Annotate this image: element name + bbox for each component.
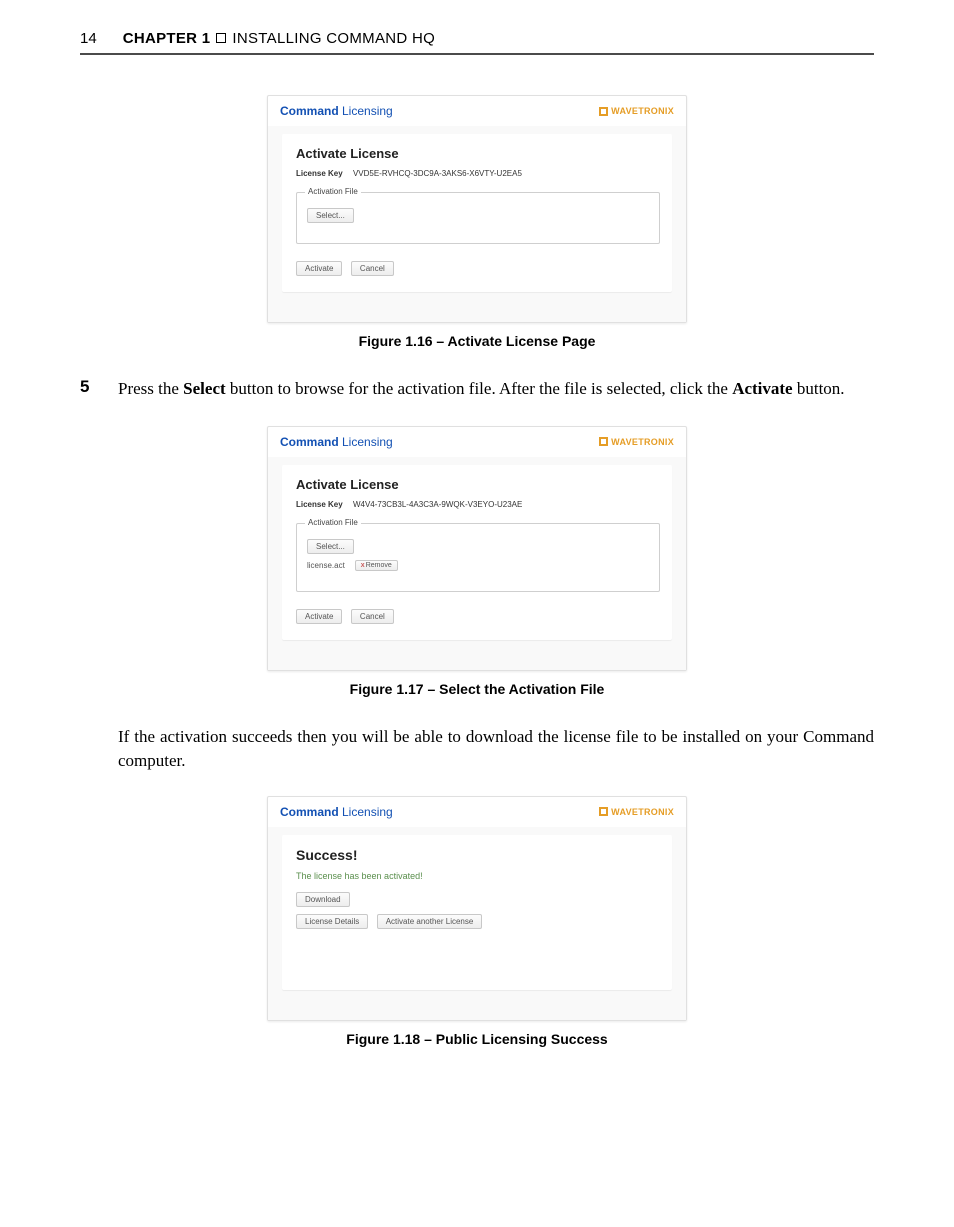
activate-another-button[interactable]: Activate another License bbox=[377, 914, 483, 929]
chapter-label: CHAPTER 1 bbox=[123, 30, 211, 47]
remove-label: Remove bbox=[366, 562, 392, 569]
activate-button-2[interactable]: Activate bbox=[296, 609, 342, 624]
wavetronix-icon bbox=[599, 107, 608, 116]
action-row-2: Activate Cancel bbox=[296, 606, 660, 624]
figure-1-18: Command Licensing WAVETRONIX Success! Th… bbox=[267, 796, 687, 1021]
panel-heading: Activate License bbox=[296, 146, 660, 161]
step-bold-activate: Activate bbox=[732, 379, 792, 398]
success-message: The license has been activated! bbox=[296, 871, 660, 881]
brand-logo-right-3: WAVETRONIX bbox=[599, 807, 674, 817]
page-header: 14 CHAPTER 1 INSTALLING COMMAND HQ bbox=[80, 30, 874, 47]
brand-bold-2: Command bbox=[280, 435, 339, 449]
window-titlebar-2: Command Licensing WAVETRONIX bbox=[268, 427, 686, 457]
app-title: Command Licensing bbox=[280, 104, 393, 118]
license-key-label-2: License Key bbox=[296, 500, 343, 509]
window-body-3: Success! The license has been activated!… bbox=[268, 827, 686, 1020]
chapter-title: INSTALLING COMMAND HQ bbox=[232, 30, 435, 47]
brand-right-text-2: WAVETRONIX bbox=[611, 437, 674, 447]
license-key-row: License Key VVD5E-RVHCQ-3DC9A-3AKS6-X6VT… bbox=[296, 169, 660, 178]
download-button[interactable]: Download bbox=[296, 892, 350, 907]
secondary-row: License Details Activate another License bbox=[296, 911, 660, 929]
license-key-value-2: W4V4-73CB3L-4A3C3A-9WQK-V3EYO-U23AE bbox=[353, 500, 522, 509]
window-titlebar: Command Licensing WAVETRONIX bbox=[268, 96, 686, 126]
fieldset-legend: Activation File bbox=[305, 187, 361, 196]
licensing-window-2: Command Licensing WAVETRONIX Activate Li… bbox=[267, 426, 687, 671]
success-heading: Success! bbox=[296, 847, 660, 863]
license-details-button[interactable]: License Details bbox=[296, 914, 368, 929]
figure-1-17: Command Licensing WAVETRONIX Activate Li… bbox=[267, 426, 687, 671]
step-text-b: button to browse for the activation file… bbox=[226, 379, 733, 398]
window-body: Activate License License Key VVD5E-RVHCQ… bbox=[268, 126, 686, 322]
panel-heading-2: Activate License bbox=[296, 477, 660, 492]
step-text-a: Press the bbox=[118, 379, 183, 398]
activate-panel-2: Activate License License Key W4V4-73CB3L… bbox=[282, 465, 672, 640]
activate-button[interactable]: Activate bbox=[296, 261, 342, 276]
cancel-button[interactable]: Cancel bbox=[351, 261, 394, 276]
step-5: 5 Press the Select button to browse for … bbox=[80, 377, 874, 402]
brand-light-2: Licensing bbox=[339, 435, 393, 449]
brand-right-text: WAVETRONIX bbox=[611, 106, 674, 116]
step-text-c: button. bbox=[793, 379, 845, 398]
app-title-3: Command Licensing bbox=[280, 805, 393, 819]
activate-panel: Activate License License Key VVD5E-RVHCQ… bbox=[282, 134, 672, 292]
success-panel: Success! The license has been activated!… bbox=[282, 835, 672, 990]
select-file-button[interactable]: Select... bbox=[307, 208, 354, 223]
download-row: Download bbox=[296, 889, 660, 907]
selected-file-name: license.act bbox=[307, 561, 345, 570]
para-text: If the activation succeeds then you will… bbox=[118, 727, 874, 771]
figure-caption-1-17: Figure 1.17 – Select the Activation File bbox=[80, 681, 874, 697]
figure-caption-1-18: Figure 1.18 – Public Licensing Success bbox=[80, 1031, 874, 1047]
action-row: Activate Cancel bbox=[296, 258, 660, 276]
select-file-button-2[interactable]: Select... bbox=[307, 539, 354, 554]
remove-x-icon: x bbox=[361, 562, 365, 569]
figure-1-16: Command Licensing WAVETRONIX Activate Li… bbox=[267, 95, 687, 323]
chapter-separator-icon bbox=[216, 33, 226, 43]
licensing-window: Command Licensing WAVETRONIX Activate Li… bbox=[267, 95, 687, 323]
selected-file-row: license.act xRemove bbox=[307, 560, 649, 571]
paragraph-success: If the activation succeeds then you will… bbox=[118, 725, 874, 774]
window-body-2: Activate License License Key W4V4-73CB3L… bbox=[268, 457, 686, 670]
remove-file-button[interactable]: xRemove bbox=[355, 560, 398, 571]
page-number: 14 bbox=[80, 30, 97, 47]
brand-light: Licensing bbox=[339, 104, 393, 118]
figure-caption-1-16: Figure 1.16 – Activate License Page bbox=[80, 333, 874, 349]
cancel-button-2[interactable]: Cancel bbox=[351, 609, 394, 624]
wavetronix-icon-3 bbox=[599, 807, 608, 816]
brand-bold: Command bbox=[280, 104, 339, 118]
brand-light-3: Licensing bbox=[339, 805, 393, 819]
license-key-label: License Key bbox=[296, 169, 343, 178]
window-titlebar-3: Command Licensing WAVETRONIX bbox=[268, 797, 686, 827]
header-rule bbox=[80, 53, 874, 55]
license-key-row-2: License Key W4V4-73CB3L-4A3C3A-9WQK-V3EY… bbox=[296, 500, 660, 509]
brand-logo-right: WAVETRONIX bbox=[599, 106, 674, 116]
license-key-value: VVD5E-RVHCQ-3DC9A-3AKS6-X6VTY-U2EA5 bbox=[353, 169, 522, 178]
step-number: 5 bbox=[80, 377, 118, 402]
licensing-window-3: Command Licensing WAVETRONIX Success! Th… bbox=[267, 796, 687, 1021]
step-bold-select: Select bbox=[183, 379, 225, 398]
app-title-2: Command Licensing bbox=[280, 435, 393, 449]
brand-right-text-3: WAVETRONIX bbox=[611, 807, 674, 817]
step-text: Press the Select button to browse for th… bbox=[118, 377, 845, 402]
fieldset-legend-2: Activation File bbox=[305, 518, 361, 527]
wavetronix-icon-2 bbox=[599, 437, 608, 446]
activation-file-fieldset-2: Activation File Select... license.act xR… bbox=[296, 523, 660, 592]
brand-bold-3: Command bbox=[280, 805, 339, 819]
activation-file-fieldset: Activation File Select... bbox=[296, 192, 660, 244]
brand-logo-right-2: WAVETRONIX bbox=[599, 437, 674, 447]
